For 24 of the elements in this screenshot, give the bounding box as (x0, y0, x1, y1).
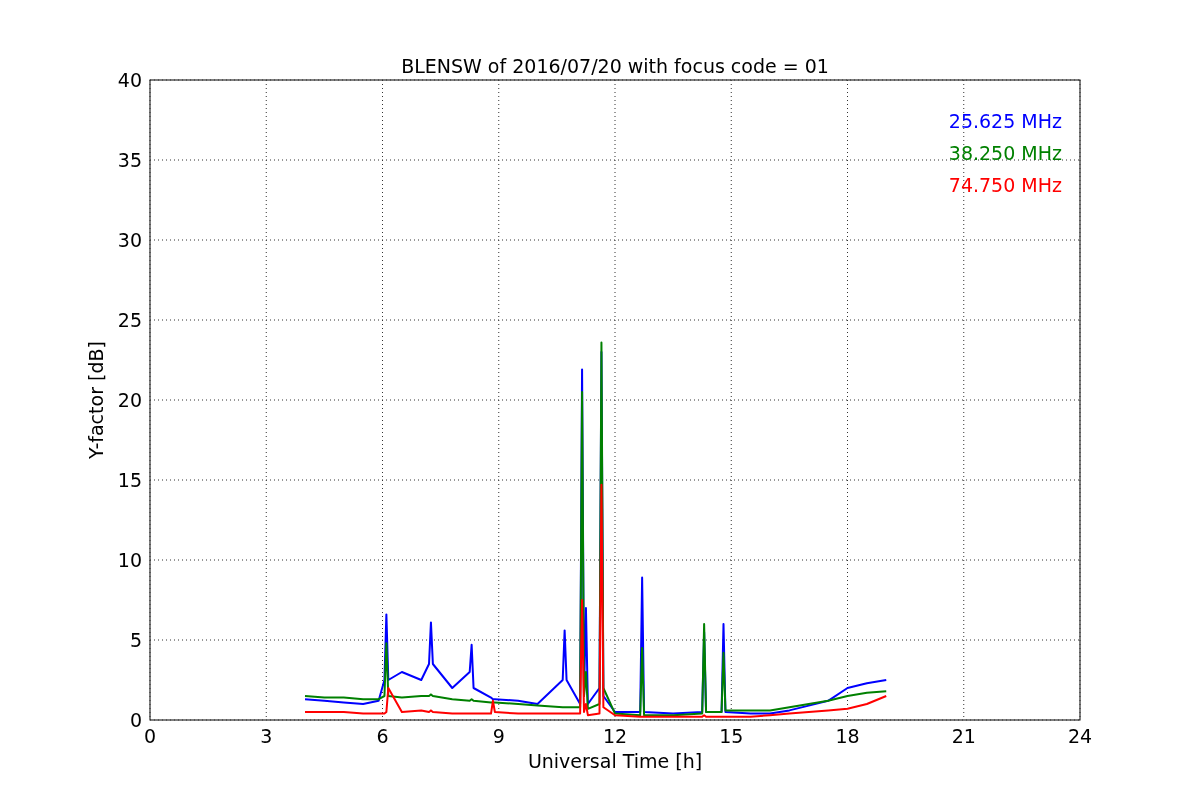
legend-label: 25.625 MHz (948, 110, 1062, 132)
x-tick-label: 9 (492, 725, 505, 747)
y-tick-label: 35 (117, 149, 142, 171)
x-tick-label: 24 (1067, 725, 1093, 747)
x-tick-label: 21 (951, 725, 976, 747)
x-tick-label: 0 (143, 725, 157, 747)
legend-label: 74.750 MHz (948, 174, 1062, 196)
x-tick-label: 3 (260, 725, 273, 747)
y-tick-label: 40 (117, 69, 142, 91)
x-tick-label: 12 (602, 725, 628, 747)
y-tick-label: 30 (117, 229, 142, 251)
legend-label: 38.250 MHz (948, 142, 1062, 164)
y-tick-label: 15 (117, 469, 142, 491)
x-tick-label: 18 (835, 725, 860, 747)
y-tick-label: 20 (117, 389, 142, 411)
chart-title: BLENSW of 2016/07/20 with focus code = 01 (401, 55, 829, 77)
y-tick-label: 10 (117, 549, 142, 571)
x-axis-label: Universal Time [h] (527, 750, 703, 772)
x-tick-label: 6 (376, 725, 389, 747)
y-tick-label: 5 (129, 629, 142, 651)
y-axis-label: Y-factor [dB] (85, 341, 107, 459)
x-tick-label: 15 (719, 725, 744, 747)
y-tick-label: 0 (129, 709, 142, 731)
y-tick-label: 25 (117, 309, 142, 331)
